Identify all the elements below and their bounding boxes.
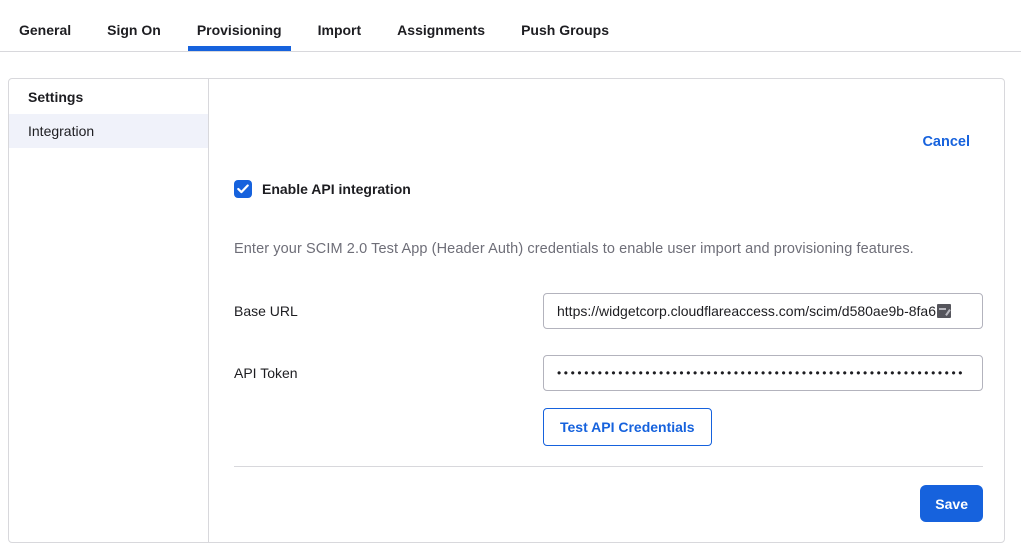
- form-actions-bottom: Save: [234, 485, 983, 522]
- base-url-row: Base URL https://widgetcorp.cloudflareac…: [234, 293, 983, 329]
- footer-divider: [234, 466, 983, 467]
- api-token-input[interactable]: ••••••••••••••••••••••••••••••••••••••••…: [543, 355, 983, 391]
- base-url-input[interactable]: https://widgetcorp.cloudflareaccess.com/…: [543, 293, 983, 329]
- text-cursor-icon: [937, 304, 951, 318]
- tab-push-groups[interactable]: Push Groups: [521, 9, 609, 51]
- sidebar-item-integration[interactable]: Integration: [9, 114, 208, 148]
- base-url-value: https://widgetcorp.cloudflareaccess.com/…: [557, 303, 936, 319]
- api-token-row: API Token ••••••••••••••••••••••••••••••…: [234, 355, 983, 391]
- credentials-description: Enter your SCIM 2.0 Test App (Header Aut…: [234, 241, 983, 257]
- enable-api-label: Enable API integration: [262, 181, 411, 197]
- integration-form: Cancel Enable API integration Enter your…: [209, 79, 1004, 542]
- api-token-label: API Token: [234, 365, 543, 381]
- enable-api-row: Enable API integration: [234, 180, 983, 198]
- provisioning-panel: Settings Integration Cancel Enable API i…: [8, 78, 1005, 543]
- tab-provisioning[interactable]: Provisioning: [197, 9, 282, 51]
- app-tabbar: General Sign On Provisioning Import Assi…: [0, 0, 1021, 52]
- tab-label: General: [19, 22, 71, 38]
- form-actions-top: Cancel: [209, 133, 1004, 149]
- test-api-credentials-button[interactable]: Test API Credentials: [543, 408, 712, 446]
- enable-api-checkbox[interactable]: [234, 180, 252, 198]
- tab-label: Sign On: [107, 22, 161, 38]
- tab-assignments[interactable]: Assignments: [397, 9, 485, 51]
- active-tab-underline: [188, 46, 291, 51]
- save-button[interactable]: Save: [920, 485, 983, 522]
- test-credentials-row: Test API Credentials: [234, 408, 983, 446]
- form-content: Enable API integration Enter your SCIM 2…: [209, 180, 1004, 522]
- tab-general[interactable]: General: [19, 9, 71, 51]
- cancel-button[interactable]: Cancel: [922, 134, 970, 150]
- tab-sign-on[interactable]: Sign On: [107, 9, 161, 51]
- base-url-label: Base URL: [234, 303, 543, 319]
- sidebar-item-label: Integration: [28, 123, 94, 139]
- checkmark-icon: [237, 184, 249, 194]
- tab-import[interactable]: Import: [318, 9, 362, 51]
- api-token-masked-value: ••••••••••••••••••••••••••••••••••••••••…: [557, 366, 965, 380]
- tab-label: Import: [318, 22, 362, 38]
- tab-label: Push Groups: [521, 22, 609, 38]
- tab-label: Assignments: [397, 22, 485, 38]
- settings-sidenav: Settings Integration: [9, 79, 209, 542]
- sidenav-header: Settings: [9, 79, 208, 114]
- tab-label: Provisioning: [197, 22, 282, 38]
